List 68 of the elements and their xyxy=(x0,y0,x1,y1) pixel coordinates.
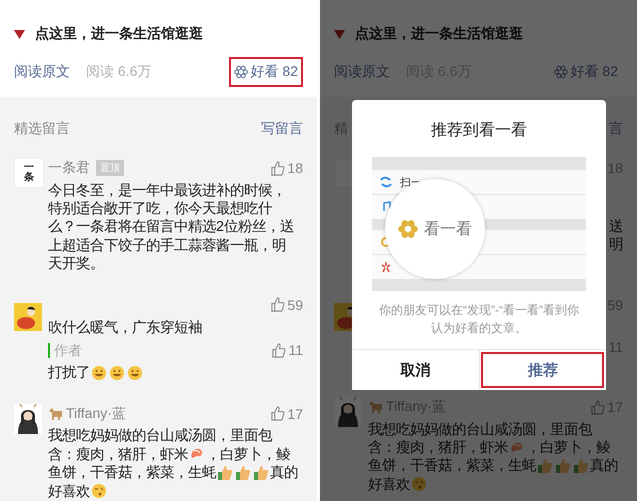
avatar-icon xyxy=(334,303,352,331)
comment-text: 明 xyxy=(609,236,623,255)
thumbs-up-emoji-icon xyxy=(555,458,571,474)
dialog-caption: 你的朋友可以在“发现”-“看一看”看到你认为好看的文章。 xyxy=(378,302,580,337)
read-original-link[interactable]: 阅读原文 xyxy=(14,63,70,81)
promo-link-text: 点这里，进一条生活馆逛逛 xyxy=(355,25,523,43)
comment-text: 鱼饼，干香菇，紫菜，生蚝 xyxy=(48,464,216,482)
thumbs-up-icon xyxy=(590,400,606,414)
comment-text: 我想吃妈妈做的台山咸汤圆，里面包 xyxy=(368,420,592,439)
flower-icon xyxy=(398,219,418,239)
write-comment-link[interactable]: 写留言 xyxy=(261,120,303,138)
comment-text: 真的 xyxy=(590,457,618,476)
thumbs-up-emoji-icon xyxy=(573,458,589,474)
comment-text: 特别适合敞开了吃，你今天最想吃什 xyxy=(48,200,272,218)
dialog-title: 推荐到看一看 xyxy=(431,120,527,141)
comment-text: ，白萝卜，鲮 xyxy=(206,446,290,464)
dog-icon xyxy=(48,406,64,421)
comment-text: 今日冬至，是一年中最该进补的时候， xyxy=(48,182,286,200)
comment-text: 真的 xyxy=(270,464,298,482)
section-label: 精选留言 xyxy=(14,120,70,138)
star-icon xyxy=(380,261,392,273)
flower-icon xyxy=(554,65,568,79)
thumbs-up-emoji-icon xyxy=(217,464,233,481)
comment-text: 鱼饼，干香菇，紫菜，生蚝 xyxy=(368,457,536,476)
comment-text: 送 xyxy=(609,218,623,236)
kissing-face-icon xyxy=(91,483,107,500)
triangle-icon xyxy=(334,30,345,38)
comment-text: 么？一条君将在留言中精选2位粉丝，送 xyxy=(48,218,294,236)
recommend-button[interactable]: 推荐 xyxy=(478,350,606,390)
commenter-name: 一条君 xyxy=(48,159,90,177)
thumbs-up-icon xyxy=(270,406,286,422)
comment-text: 我想吃妈妈做的台山咸汤圆，里面包 xyxy=(48,427,272,446)
commenter-name: Tiffany·蓝 xyxy=(66,404,126,423)
comment-text: 吹什么暖气，广东穿短袖 xyxy=(48,318,202,337)
like-count: 59 xyxy=(270,296,303,313)
like-count: 11 xyxy=(271,342,303,358)
like-count: 18 xyxy=(270,160,303,176)
author-reply-label: 作者 xyxy=(48,342,82,358)
comment-text: 上超适合下饺子的手工蒜蓉酱一瓶，明 xyxy=(48,236,286,255)
thumbs-up-icon xyxy=(271,342,286,358)
flower-icon xyxy=(234,65,248,79)
like-button[interactable]: 好看 82 xyxy=(228,57,303,87)
promo-link-text: 点这里，进一条生活馆逛逛 xyxy=(35,25,203,43)
scan-icon xyxy=(380,176,392,188)
grinning-face-icon xyxy=(91,364,107,381)
thumbs-up-emoji-icon xyxy=(537,458,553,474)
comment-text: 天开奖。 xyxy=(48,255,104,274)
thumbs-up-emoji-icon xyxy=(235,464,251,481)
comment-text: 含：瘦肉，猪肝，虾米 xyxy=(368,438,508,458)
avatar-icon xyxy=(14,404,42,434)
comment-text: 含：瘦肉，猪肝，虾米 xyxy=(48,446,188,464)
thumbs-up-icon xyxy=(270,297,286,312)
thumbs-up-icon xyxy=(270,160,286,176)
logo-text: 一条 xyxy=(24,163,34,183)
read-count: 阅读 6.6万 xyxy=(86,63,152,81)
comment-text: 打扰了 xyxy=(48,364,90,382)
grinning-face-icon xyxy=(127,364,143,381)
lens-label: 看一看 xyxy=(424,220,472,240)
grinning-face-icon xyxy=(109,364,125,381)
dog-icon xyxy=(368,400,384,414)
kissing-face-icon xyxy=(411,476,427,492)
like-count: 17 xyxy=(270,406,303,422)
comment-text: 好喜欢 xyxy=(368,476,410,494)
triangle-icon xyxy=(14,30,25,38)
thumbs-up-emoji-icon xyxy=(253,464,269,481)
comment-text: 好喜欢 xyxy=(48,482,90,501)
avatar-icon xyxy=(14,302,42,331)
comment-text: ，白萝卜，鲮 xyxy=(526,439,610,458)
